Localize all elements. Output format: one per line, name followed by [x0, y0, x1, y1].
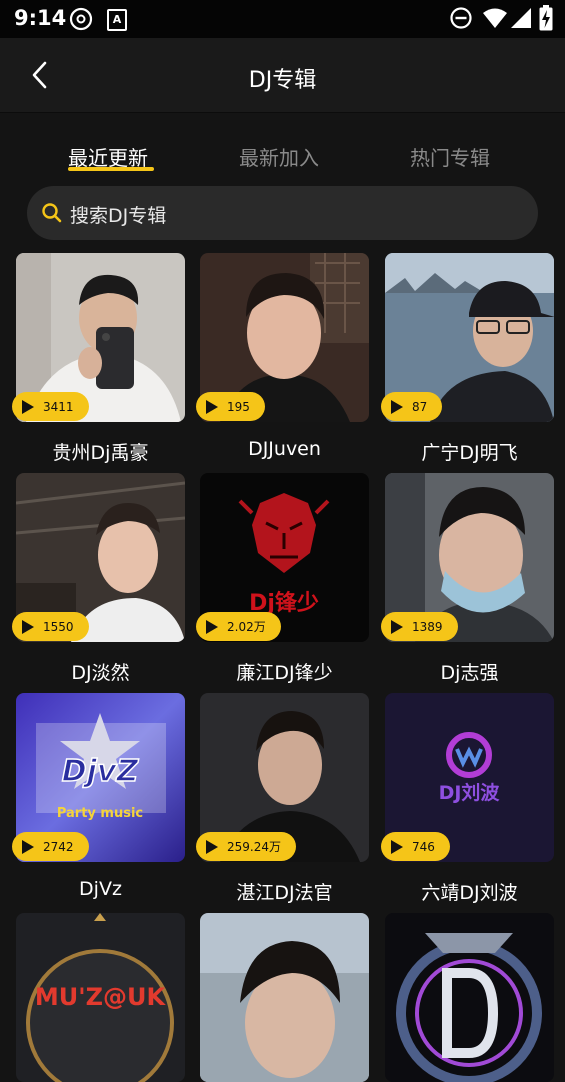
play-count: 746 — [412, 839, 435, 854]
font-size-icon: A — [107, 9, 127, 31]
album-cover-image — [200, 913, 369, 1082]
album-title: 湛江DJ法官 — [236, 882, 333, 904]
font-size-icon-label: A — [112, 13, 122, 26]
play-count: 2742 — [43, 839, 74, 854]
play-icon — [391, 619, 403, 634]
play-count: 195 — [227, 399, 250, 414]
play-icon — [22, 619, 34, 634]
album-title: 广宁DJ明飞 — [421, 442, 518, 464]
play-count: 2.02万 — [227, 620, 266, 634]
play-count: 87 — [412, 399, 428, 414]
play-count-badge: 87 — [381, 392, 443, 421]
dnd-icon — [450, 7, 472, 29]
album-title: DJ淡然 — [71, 662, 130, 684]
play-count: 1550 — [43, 619, 74, 634]
play-icon — [391, 399, 403, 414]
search-bar[interactable]: 搜索DJ专辑 — [27, 186, 538, 240]
tab-bar: 最近更新 最新加入 热门专辑 — [0, 112, 565, 182]
play-count-badge: 3411 — [12, 392, 89, 421]
play-icon — [206, 839, 218, 854]
search-placeholder: 搜索DJ专辑 — [70, 205, 167, 227]
play-count-badge: 2.02万 — [196, 612, 281, 641]
play-count-badge: 195 — [196, 392, 265, 421]
album-title: DjVz — [79, 878, 122, 900]
search-icon — [42, 203, 62, 223]
play-count: 3411 — [43, 399, 74, 414]
play-count: 1389 — [412, 619, 443, 634]
play-icon — [206, 399, 218, 414]
tab-newly-added[interactable]: 最新加入 — [239, 142, 319, 171]
wifi-icon — [483, 8, 507, 28]
album-cover-image — [385, 913, 554, 1082]
play-icon — [391, 839, 403, 854]
play-count-badge: 1389 — [381, 612, 458, 641]
play-count-badge: 2742 — [12, 832, 89, 861]
cover-logo-text: MU'Z@UK — [35, 983, 167, 1011]
album-title: 廉江DJ锋少 — [236, 662, 333, 684]
cover-logo-subtext: Party music — [57, 806, 143, 821]
play-count-badge: 1550 — [12, 612, 89, 641]
album-title: Dj志强 — [440, 662, 499, 684]
album-title: DJJuven — [248, 438, 321, 460]
play-count: 259.24万 — [227, 840, 281, 854]
app-header: DJ专辑 — [0, 38, 565, 113]
cover-logo-text: DJ刘波 — [439, 781, 501, 804]
cover-logo-text: DjvZ — [62, 754, 140, 789]
battery-charging-icon — [539, 5, 553, 31]
play-icon — [22, 399, 34, 414]
album-cover-image: MU'Z@UK — [16, 913, 185, 1082]
page-title: DJ专辑 — [248, 68, 317, 93]
status-time: 9:14 — [14, 6, 67, 30]
album-title: 贵州Dj禹豪 — [52, 442, 149, 464]
play-icon — [22, 839, 34, 854]
media-disc-icon — [69, 7, 93, 31]
play-icon — [206, 619, 218, 634]
play-count-badge: 259.24万 — [196, 832, 296, 861]
active-tab-underline — [68, 167, 154, 171]
status-bar: 9:14 A — [0, 0, 565, 38]
album-title: 六靖DJ刘波 — [421, 882, 518, 904]
tab-hot-albums[interactable]: 热门专辑 — [410, 142, 490, 171]
signal-icon — [511, 8, 531, 28]
play-count-badge: 746 — [381, 832, 450, 861]
